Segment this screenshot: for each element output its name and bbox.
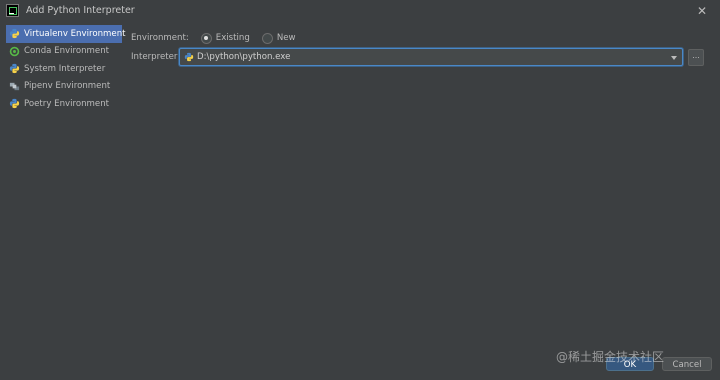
sidebar-item-label: Virtualenv Environment (24, 28, 126, 39)
environment-row: Environment: Existing New (131, 31, 296, 45)
existing-radio[interactable] (200, 32, 212, 44)
chevron-down-icon[interactable] (671, 56, 677, 60)
sidebar-item-conda[interactable]: Conda Environment (6, 43, 122, 61)
browse-button[interactable]: ... (688, 49, 704, 66)
interpreter-row: Interpreter: D:\python\python.exe ... (131, 48, 709, 66)
interpreter-label: Interpreter: (131, 52, 181, 62)
interpreter-dropdown[interactable]: D:\python\python.exe (179, 48, 683, 66)
ok-button[interactable]: OK (606, 357, 654, 371)
new-radio-label[interactable]: New (277, 33, 296, 43)
sidebar-item-system-interpreter[interactable]: System Interpreter (6, 60, 122, 78)
sidebar-item-pipenv[interactable]: Pipenv Environment (6, 78, 122, 96)
cancel-button[interactable]: Cancel (662, 357, 712, 371)
title-bar: Add Python Interpreter ✕ (0, 0, 720, 22)
new-option[interactable]: New (261, 32, 296, 44)
python-icon (184, 52, 194, 62)
close-button[interactable]: ✕ (694, 3, 710, 19)
environment-label: Environment: (131, 33, 189, 43)
sidebar-item-label: Conda Environment (24, 46, 110, 57)
environment-type-list: Virtualenv Environment Conda Environment… (6, 25, 126, 113)
existing-option[interactable]: Existing (200, 32, 250, 44)
interpreter-path-value: D:\python\python.exe (197, 52, 291, 62)
existing-radio-label[interactable]: Existing (216, 33, 250, 43)
sidebar-item-label: Poetry Environment (24, 98, 110, 109)
add-python-interpreter-dialog: Add Python Interpreter ✕ Virtualenv Envi… (0, 0, 720, 380)
conda-icon (9, 46, 20, 57)
poetry-icon (9, 99, 20, 109)
new-radio[interactable] (261, 32, 273, 44)
virtualenv-icon (9, 29, 20, 39)
sidebar-item-virtualenv[interactable]: Virtualenv Environment (6, 25, 126, 43)
sidebar-item-poetry[interactable]: Poetry Environment (6, 95, 122, 113)
pipenv-icon (9, 82, 20, 90)
sidebar-item-label: System Interpreter (24, 63, 106, 74)
sidebar-item-label: Pipenv Environment (24, 81, 111, 92)
pycharm-app-icon (6, 4, 19, 17)
python-icon (9, 64, 20, 74)
dialog-title: Add Python Interpreter (26, 5, 135, 16)
